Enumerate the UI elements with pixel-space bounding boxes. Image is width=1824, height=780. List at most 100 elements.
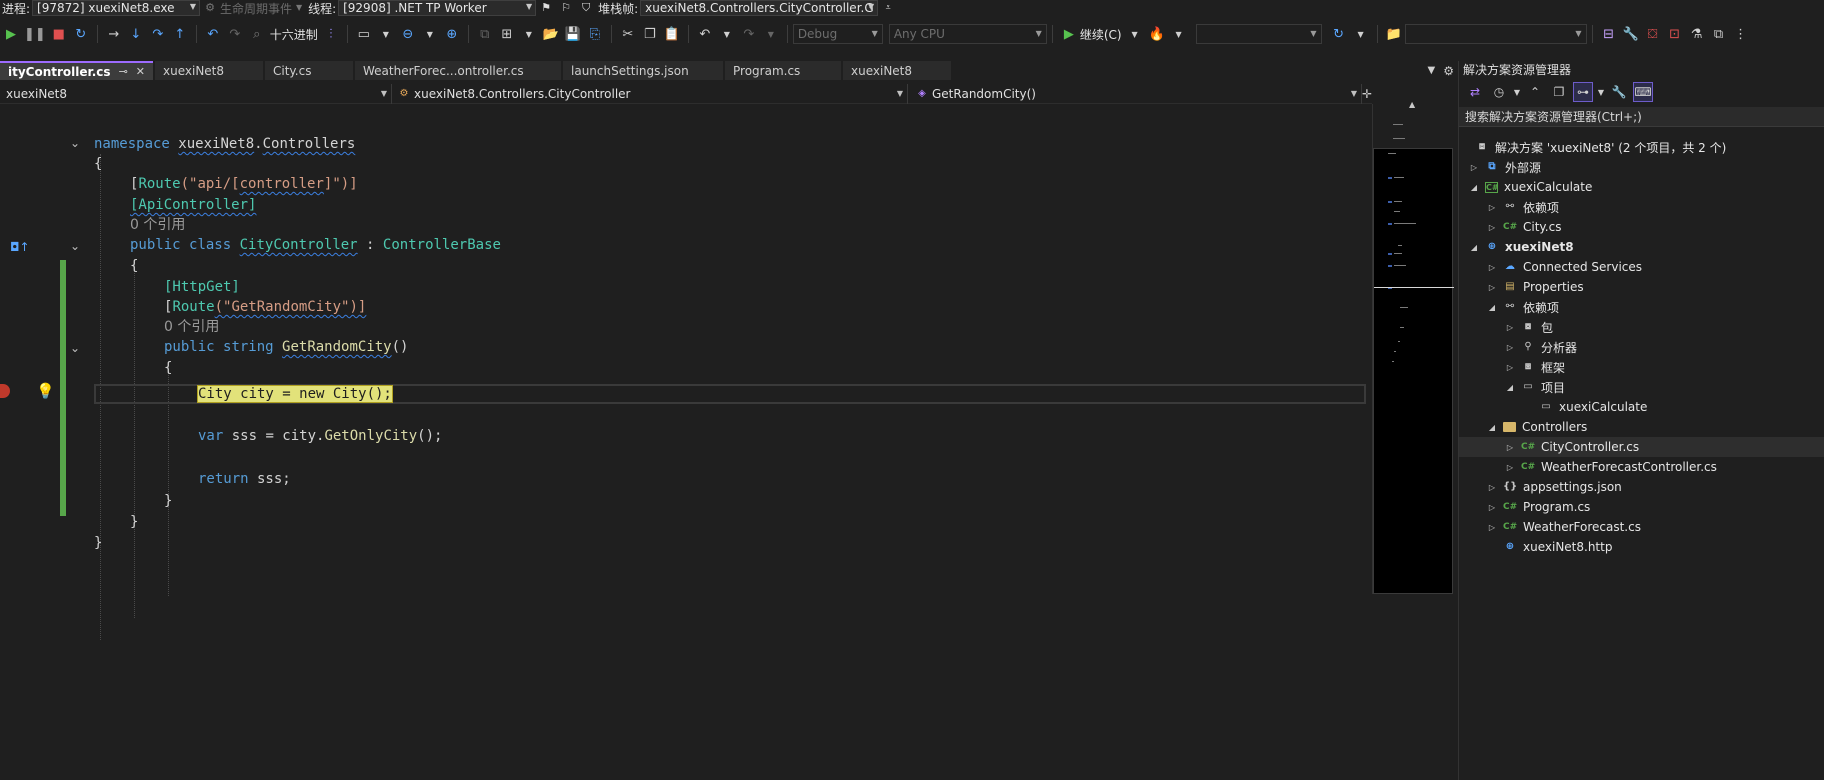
flag-icon[interactable]: ⚑ <box>539 1 553 15</box>
thread-dropdown[interactable]: [92908] .NET TP Worker ▼ <box>338 0 537 16</box>
undo-icon[interactable]: ↶ <box>696 23 714 45</box>
collapse-icon[interactable]: ⌄ <box>70 137 82 149</box>
chevron-down-icon[interactable]: ▼ <box>1170 23 1188 45</box>
step-into-icon[interactable]: ↓ <box>127 23 145 45</box>
hot-reload-icon[interactable]: 🔥 <box>1148 23 1166 45</box>
solution-search-input[interactable]: 搜索解决方案资源管理器(Ctrl+;) <box>1459 107 1824 127</box>
tree-city-cs[interactable]: ▷ C# City.cs <box>1459 217 1824 237</box>
diagnostics-icon[interactable]: ⊟ <box>1600 23 1618 45</box>
chevron-down-icon[interactable]: ▼ <box>377 23 395 45</box>
gear-icon[interactable]: ⚙ <box>1443 64 1454 78</box>
expand-icon[interactable]: ▷ <box>1487 283 1497 292</box>
expand-icon[interactable]: ▷ <box>1505 443 1515 452</box>
collapse-all-icon[interactable]: ⌃ <box>1525 82 1545 102</box>
tab-weatherforecastcontroller[interactable]: WeatherForec...ontroller.cs <box>355 61 561 80</box>
collapse-icon[interactable]: ◢ <box>1469 243 1479 252</box>
tree-controllers-folder[interactable]: ◢ Controllers <box>1459 417 1824 437</box>
paste-icon[interactable]: 📋 <box>663 23 681 45</box>
redo-icon[interactable]: ↷ <box>740 23 758 45</box>
collapse-icon[interactable]: ⌄ <box>70 240 82 252</box>
tree-citycontroller-cs[interactable]: ▷ C# CityController.cs <box>1459 437 1824 457</box>
tree-analyzers[interactable]: ▷ ⚲ 分析器 <box>1459 337 1824 357</box>
expand-icon[interactable]: ▷ <box>1487 203 1497 212</box>
search-icon[interactable]: ⌕ <box>248 23 266 45</box>
properties-wrench-icon[interactable]: 🔧 <box>1609 82 1629 102</box>
tree-weatherforecast-cs[interactable]: ▷ C# WeatherForecast.cs <box>1459 517 1824 537</box>
stackframe-dropdown[interactable]: xuexiNet8.Controllers.CityController.G ▼ <box>640 0 879 16</box>
continue-play-icon[interactable]: ▶ <box>2 23 20 45</box>
wrench-icon[interactable]: 🔧 <box>1622 23 1640 45</box>
lifecycle-events-label[interactable]: 生命周期事件 <box>220 0 292 17</box>
chevron-down-icon[interactable]: ▼ <box>520 23 538 45</box>
tab-overflow-icon[interactable]: ▼ <box>1428 65 1436 76</box>
expand-icon[interactable]: ▷ <box>1505 463 1515 472</box>
breakpoint-arrow-icon[interactable] <box>0 384 10 398</box>
history-icon[interactable]: ◷ <box>1489 82 1509 102</box>
pause-icon[interactable]: ❚❚ <box>24 23 46 45</box>
toolbox-icon[interactable]: ⛋ <box>1644 23 1662 45</box>
new-item-icon[interactable]: ⊞ <box>498 23 516 45</box>
tab-xuexinet8-2[interactable]: xuexiNet8 <box>843 61 951 80</box>
hex-display-button[interactable]: 十六进制 <box>270 23 318 45</box>
customize-icon[interactable]: ⋮ <box>1732 23 1750 45</box>
chevron-down-icon[interactable]: ▼ <box>1597 82 1605 102</box>
chevron-down-icon[interactable]: ▼ <box>718 23 736 45</box>
class-codelens-icon[interactable]: ◘↑ <box>10 240 30 254</box>
pin-icon[interactable]: ⊸ <box>119 65 128 78</box>
scroll-up-icon[interactable]: ▲ <box>1409 100 1415 109</box>
configuration-dropdown[interactable]: Debug ▼ <box>792 24 883 44</box>
redo-step-icon[interactable]: ↷ <box>226 23 244 45</box>
chevron-down-icon[interactable]: ▼ <box>1126 23 1144 45</box>
refresh-icon[interactable]: ↻ <box>1330 23 1348 45</box>
copy-icon[interactable]: ❐ <box>641 23 659 45</box>
tree-solution[interactable]: ⧈ 解决方案 'xuexiNet8' (2 个项目，共 2 个) <box>1459 137 1824 157</box>
expand-icon[interactable]: ▷ <box>1505 343 1515 352</box>
window-icon[interactable]: ⧉ <box>1710 23 1728 45</box>
tree-project-xuexinet8[interactable]: ◢ ⊕ xuexiNet8 <box>1459 237 1824 257</box>
tree-properties[interactable]: ▷ ▤ Properties <box>1459 277 1824 297</box>
save-all-icon[interactable]: ⎘ <box>586 23 604 45</box>
show-all-files-icon[interactable]: ❐ <box>1549 82 1569 102</box>
tree-projects[interactable]: ◢ ▭ 项目 <box>1459 377 1824 397</box>
lightbulb-icon[interactable]: 💡 <box>36 382 55 400</box>
project-dropdown[interactable]: xuexiNet8 ▼ <box>0 83 392 104</box>
chevron-down-icon[interactable]: ▼ <box>421 23 439 45</box>
undo-step-icon[interactable]: ↶ <box>204 23 222 45</box>
tree-frameworks[interactable]: ▷ ⧆ 框架 <box>1459 357 1824 377</box>
platform-dropdown[interactable]: Any CPU ▼ <box>888 24 1047 44</box>
show-next-statement-icon[interactable]: → <box>105 23 123 45</box>
tab-city-cs[interactable]: City.cs <box>265 61 353 80</box>
solution-icon[interactable]: ⧉ <box>476 23 494 45</box>
expand-icon[interactable]: ▷ <box>1487 263 1497 272</box>
expand-icon[interactable]: ▷ <box>1487 223 1497 232</box>
navigate-back-icon[interactable]: ⊖ <box>399 23 417 45</box>
tree-http-file[interactable]: ⊕ xuexiNet8.http <box>1459 537 1824 557</box>
collapse-icon[interactable]: ◢ <box>1487 423 1497 432</box>
restart-icon[interactable]: ↻ <box>72 23 90 45</box>
tree-program-cs[interactable]: ▷ C# Program.cs <box>1459 497 1824 517</box>
stop-icon[interactable]: ■ <box>50 23 68 45</box>
continue-button[interactable]: 继续(C) <box>1080 23 1122 45</box>
tree-appsettings-json[interactable]: ▷{} appsettings.json <box>1459 477 1824 497</box>
tab-program-cs[interactable]: Program.cs <box>725 61 841 80</box>
browse-folder-icon[interactable]: 📁 <box>1385 23 1403 45</box>
empty-dropdown-1[interactable]: ▼ <box>1195 24 1322 44</box>
window-layout-icon[interactable]: ▭ <box>355 23 373 45</box>
pending-changes-filter-icon[interactable]: ⊶ <box>1573 82 1593 102</box>
tree-packages[interactable]: ▷ ⧇ 包 <box>1459 317 1824 337</box>
chevron-down-icon[interactable]: ▼ <box>1352 23 1370 45</box>
tree-weatherforecastcontroller-cs[interactable]: ▷ C# WeatherForecastController.cs <box>1459 457 1824 477</box>
extensions-icon[interactable]: ⚗ <box>1688 23 1706 45</box>
filter-icon[interactable]: ⛉ <box>579 1 593 15</box>
tab-launchsettings[interactable]: launchSettings.json <box>563 61 723 80</box>
expand-icon[interactable]: ▷ <box>1487 523 1497 532</box>
continue-play-icon[interactable]: ▶ <box>1060 23 1078 45</box>
expand-icon[interactable]: ▷ <box>1505 323 1515 332</box>
tree-project-xuexicalculate[interactable]: ◢ C# xuexiCalculate <box>1459 177 1824 197</box>
tab-citycontroller[interactable]: ityController.cs ⊸ ✕ <box>0 61 153 80</box>
tree-dependencies-net8[interactable]: ◢ ⚯ 依赖项 <box>1459 297 1824 317</box>
save-icon[interactable]: 💾 <box>564 23 582 45</box>
expand-icon[interactable]: ▷ <box>1505 363 1515 372</box>
briefcase-icon[interactable]: ⊡ <box>1666 23 1684 45</box>
flag-thread-icon[interactable]: ⚐ <box>559 1 573 15</box>
